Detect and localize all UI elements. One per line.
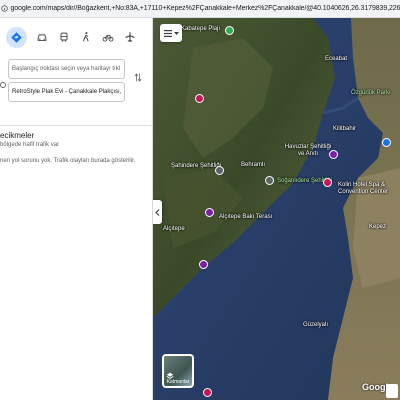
delays-title: ecikmeler <box>0 131 35 140</box>
diamond-turn-icon <box>11 31 22 43</box>
panel-divider <box>0 125 152 126</box>
start-dot-icon <box>0 82 6 88</box>
attraction-pin-icon[interactable] <box>203 388 212 397</box>
place-label[interactable]: Kilitbahir <box>333 126 356 132</box>
landmark-pin-icon[interactable] <box>265 176 274 185</box>
layers-label: Katmanlar <box>166 379 190 385</box>
place-label[interactable]: Alçıtepe <box>163 226 185 232</box>
place-label[interactable]: Kolin Hotel Spa & Convention Center <box>338 182 400 196</box>
directions-panel: Başlangıç noktası seçin veya haritayı tı… <box>0 18 153 400</box>
collapse-panel-button[interactable] <box>153 200 162 224</box>
url-text[interactable]: google.com/maps/dir//Boğazkent,+No:83A,+… <box>8 5 400 12</box>
place-label[interactable]: Özgürlük Parkı <box>351 90 391 96</box>
attraction-pin-icon[interactable] <box>205 208 214 217</box>
attraction-pin-icon[interactable] <box>199 260 208 269</box>
mode-driving[interactable] <box>31 27 52 48</box>
traffic-note: nen yol sorunu yok. Trafik olayları bura… <box>0 158 136 164</box>
bicycle-icon <box>102 34 113 42</box>
mode-transit[interactable] <box>53 27 74 48</box>
landmark-pin-icon[interactable] <box>215 166 224 175</box>
mode-best-route[interactable] <box>6 26 27 48</box>
travel-mode-bar <box>0 24 152 50</box>
destination-input[interactable]: RetroStyle Plak Evi - Çanakkale Plakçısı… <box>8 82 125 102</box>
mode-walking[interactable] <box>75 27 96 48</box>
place-label[interactable]: Alçıtepe Bakı Terası <box>219 214 272 220</box>
chevron-down-icon <box>173 31 179 35</box>
place-label[interactable]: Güzelyalı <box>303 322 328 328</box>
place-label[interactable]: Behramlı <box>241 162 265 168</box>
map-canvas[interactable]: Kabatepe Plajı Eceabat Özgürlük Parkı Ki… <box>153 18 400 400</box>
walk-icon <box>82 32 89 42</box>
place-label[interactable]: Kabatepe Plajı <box>181 26 220 32</box>
traffic-summary: bölgede hafif trafik var <box>0 142 60 148</box>
plane-icon <box>125 32 134 42</box>
browser-url-bar[interactable]: google.com/maps/dir//Boğazkent,+No:83A,+… <box>0 0 400 18</box>
menu-icon <box>163 29 172 37</box>
chevron-left-icon <box>155 208 160 216</box>
place-label[interactable]: Havuzlar Şehitliği ve Anıtı <box>283 144 333 158</box>
place-label[interactable]: Kepez <box>369 224 386 230</box>
map-menu-button[interactable] <box>160 24 182 42</box>
mode-flights[interactable] <box>119 27 140 48</box>
layers-button[interactable]: Katmanlar <box>162 354 194 388</box>
blue-place-pin-icon[interactable] <box>382 138 391 147</box>
satellite-map <box>153 18 400 400</box>
attraction-pin-icon[interactable] <box>195 94 204 103</box>
attraction-pin-icon[interactable] <box>329 150 338 159</box>
start-location-input[interactable]: Başlangıç noktası seçin veya haritayı tı… <box>8 59 125 79</box>
place-label[interactable]: Eceabat <box>325 56 347 62</box>
mode-cycling[interactable] <box>97 27 118 48</box>
site-info-icon[interactable] <box>0 0 8 18</box>
hotel-pin-icon[interactable] <box>323 178 332 187</box>
swap-locations-icon[interactable] <box>132 70 144 84</box>
zoom-control[interactable] <box>386 384 398 398</box>
car-icon <box>37 34 46 41</box>
bus-icon <box>60 32 67 42</box>
place-label[interactable]: Şahindere Şehitliği <box>171 163 221 169</box>
green-place-pin-icon[interactable] <box>225 26 234 35</box>
